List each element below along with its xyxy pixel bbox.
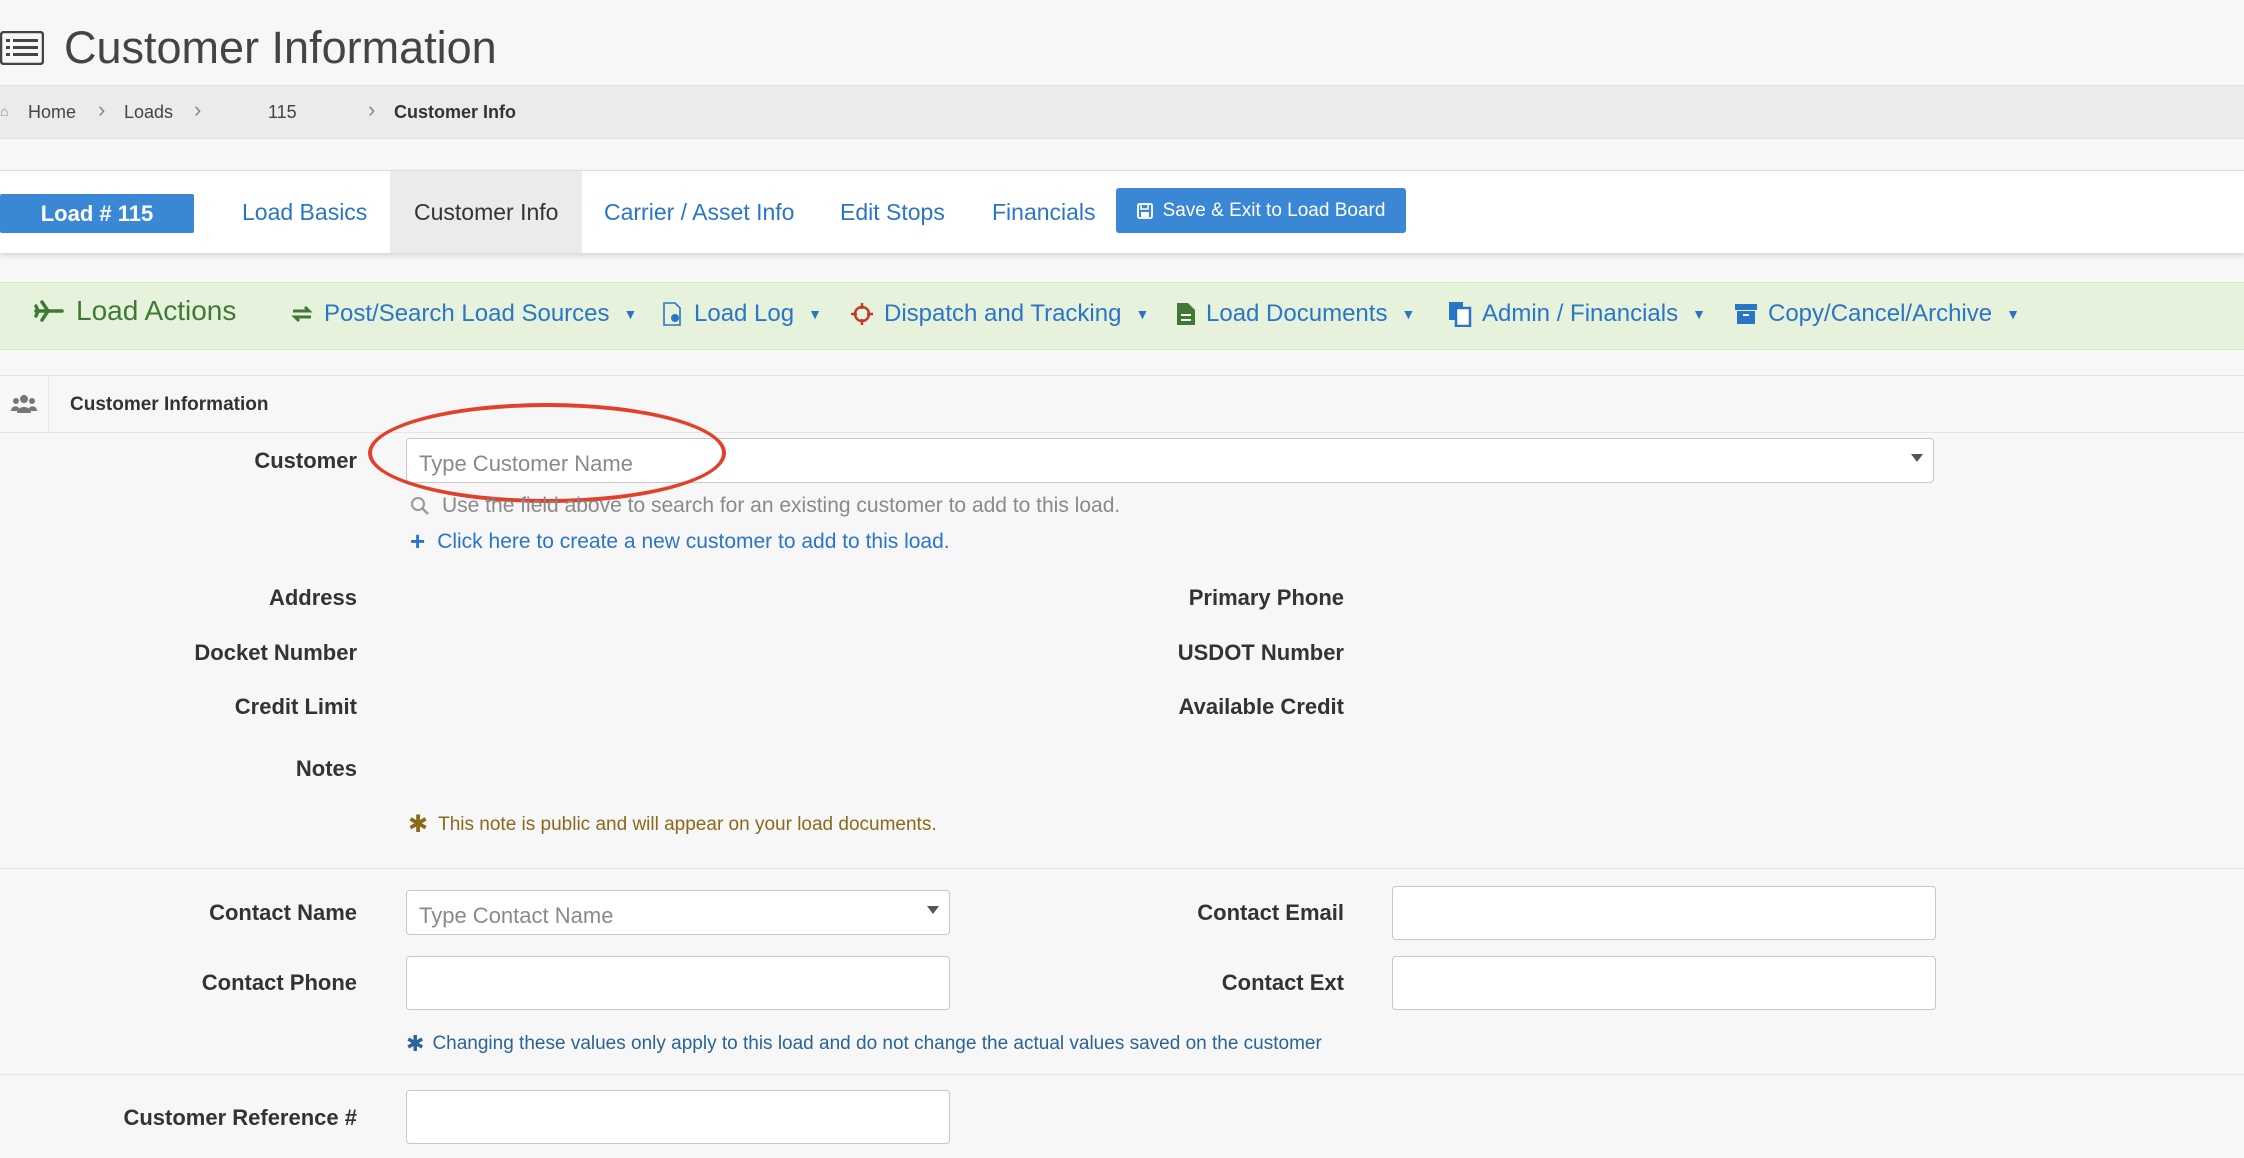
load-documents-menu[interactable]: Load Documents ▼	[1176, 300, 1415, 328]
credit-limit-label: Credit Limit	[234, 694, 357, 719]
chevron-right-icon: ›	[98, 97, 106, 122]
breadcrumb: ⌂ Home › Loads › 115 › Customer Info	[0, 85, 2244, 139]
users-icon	[11, 395, 37, 413]
airplane-icon	[34, 300, 64, 322]
usdot-number-label: USDOT Number	[1177, 640, 1344, 665]
contact-email-label: Contact Email	[1197, 900, 1344, 925]
breadcrumb-load-number[interactable]: 115	[268, 102, 297, 123]
dropdown-arrow-icon	[1911, 454, 1923, 462]
breadcrumb-loads[interactable]: Loads	[124, 102, 173, 123]
customer-panel-header: Customer Information	[0, 375, 2244, 433]
docket-number-label: Docket Number	[194, 640, 357, 665]
notes-warning: ✱ This note is public and will appear on…	[408, 811, 937, 838]
save-exit-button[interactable]: Save & Exit to Load Board	[1116, 188, 1406, 233]
caret-down-icon: ▼	[2006, 306, 2020, 322]
caret-down-icon: ▼	[1401, 306, 1416, 322]
copy-icon	[1449, 302, 1472, 327]
caret-down-icon: ▼	[1692, 306, 1706, 322]
page-header: Customer Information	[0, 18, 497, 78]
contact-info-note: ✱ Changing these values only apply to th…	[406, 1031, 1322, 1056]
chevron-right-icon: ›	[194, 97, 202, 122]
save-exit-label: Save & Exit to Load Board	[1162, 199, 1386, 221]
plus-icon: +	[410, 526, 426, 556]
caret-down-icon: ▼	[623, 306, 638, 322]
copy-cancel-archive-menu[interactable]: Copy/Cancel/Archive ▼	[1734, 300, 2020, 328]
save-icon	[1136, 202, 1153, 219]
create-customer-link[interactable]: + Click here to create a new customer to…	[410, 526, 950, 557]
list-icon	[0, 31, 44, 65]
section-divider	[0, 1074, 2244, 1075]
customer-reference-input[interactable]	[406, 1090, 950, 1144]
available-credit-label: Available Credit	[1178, 694, 1344, 719]
admin-financials-menu[interactable]: Admin / Financials ▼	[1448, 300, 1706, 328]
notes-label: Notes	[295, 756, 357, 781]
customer-reference-label: Customer Reference #	[123, 1105, 357, 1130]
tab-financials[interactable]: Financials	[968, 171, 1120, 253]
dispatch-tracking-menu[interactable]: Dispatch and Tracking ▼	[850, 300, 1149, 328]
dropdown-arrow-icon	[927, 906, 939, 914]
load-actions-title: Load Actions	[34, 295, 236, 327]
tab-edit-stops[interactable]: Edit Stops	[816, 171, 969, 253]
chevron-right-icon: ›	[368, 97, 376, 122]
document-search-icon	[663, 302, 681, 326]
contact-phone-input[interactable]	[406, 956, 950, 1010]
crosshair-icon	[851, 303, 873, 325]
asterisk-icon: ✱	[406, 1031, 425, 1056]
asterisk-icon: ✱	[408, 811, 429, 838]
load-tabbar: Load # 115 Load Basics Customer Info Car…	[0, 170, 2244, 253]
contact-ext-label: Contact Ext	[1221, 970, 1344, 995]
load-log-menu[interactable]: Load Log ▼	[662, 300, 822, 328]
contact-email-input[interactable]	[1392, 886, 1936, 940]
caret-down-icon: ▼	[1135, 306, 1150, 322]
refresh-icon	[291, 305, 313, 323]
tab-load-basics[interactable]: Load Basics	[218, 171, 391, 253]
tab-customer-info[interactable]: Customer Info	[390, 171, 583, 253]
customer-label: Customer	[254, 448, 357, 473]
load-actions-bar: Load Actions Post/Search Load Sources ▼ L…	[0, 282, 2244, 350]
contact-ext-input[interactable]	[1392, 956, 1936, 1010]
customer-placeholder: Type Customer Name	[419, 451, 633, 476]
primary-phone-label: Primary Phone	[1188, 585, 1344, 610]
tab-carrier-asset-info[interactable]: Carrier / Asset Info	[580, 171, 818, 253]
contact-phone-label: Contact Phone	[201, 970, 357, 995]
load-number-badge: Load # 115	[0, 194, 194, 233]
archive-icon	[1735, 304, 1757, 324]
contact-name-label: Contact Name	[209, 900, 357, 925]
caret-down-icon: ▼	[808, 306, 822, 322]
section-divider	[0, 868, 2244, 869]
contact-name-placeholder: Type Contact Name	[419, 903, 614, 928]
search-icon	[411, 497, 429, 515]
customer-search-help: Use the field above to search for an exi…	[410, 494, 1120, 518]
home-icon[interactable]: ⌂	[0, 103, 8, 119]
panel-icon-box	[0, 376, 49, 432]
address-label: Address	[268, 585, 357, 610]
breadcrumb-home[interactable]: Home	[28, 102, 76, 123]
contact-name-select[interactable]: Type Contact Name	[406, 890, 950, 935]
post-search-load-sources-menu[interactable]: Post/Search Load Sources ▼	[290, 300, 637, 328]
panel-title: Customer Information	[70, 394, 269, 415]
breadcrumb-current: Customer Info	[394, 102, 517, 122]
customer-select[interactable]: Type Customer Name	[406, 438, 1934, 483]
file-icon	[1177, 303, 1195, 325]
page-title: Customer Information	[64, 22, 497, 73]
